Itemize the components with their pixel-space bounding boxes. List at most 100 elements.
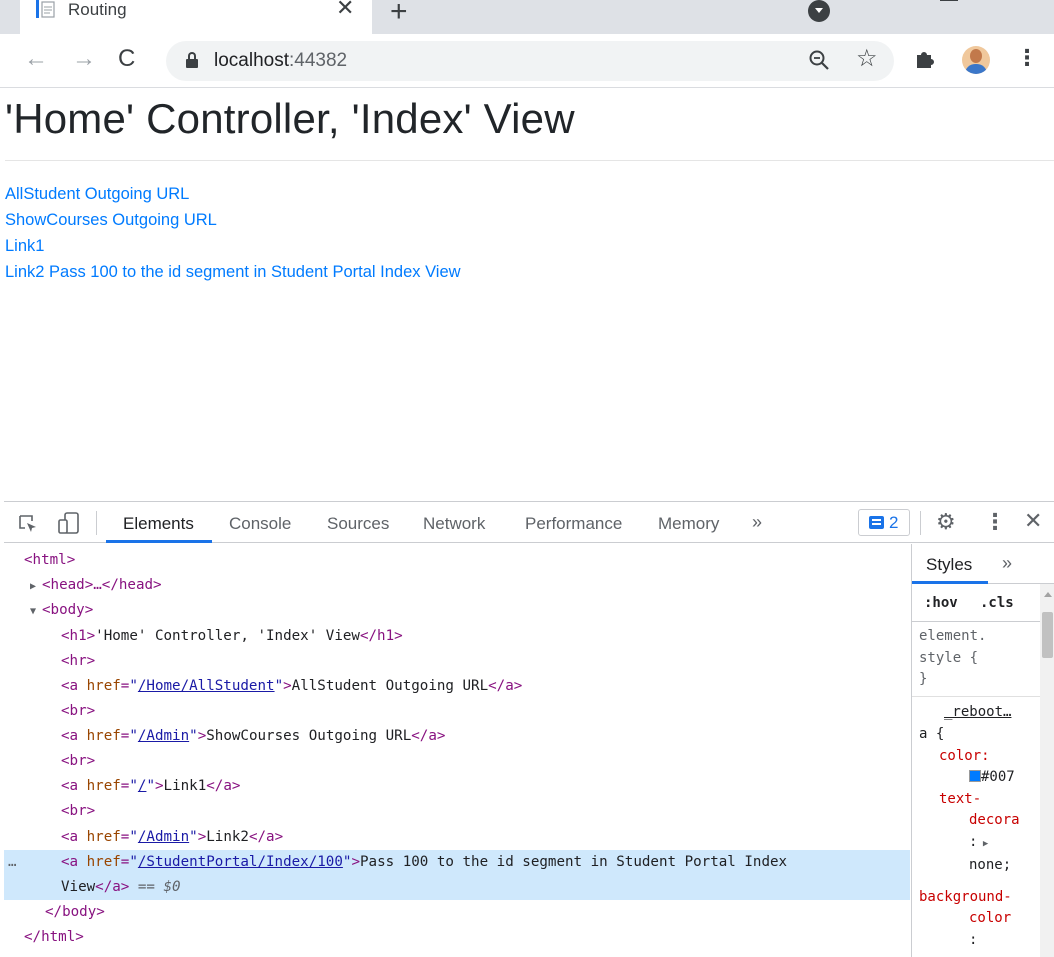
- node-actions-ellipsis-icon[interactable]: …: [8, 850, 17, 875]
- css-source-link[interactable]: _reboot…: [944, 702, 1011, 724]
- css-property[interactable]: color:: [939, 748, 990, 764]
- more-tabs-chevron-icon[interactable]: »: [752, 512, 762, 533]
- dom-node-hr[interactable]: <hr>: [4, 649, 910, 674]
- css-selector: style {: [919, 649, 979, 666]
- css-brace: }: [919, 671, 928, 687]
- settings-gear-icon[interactable]: ⚙: [936, 510, 956, 534]
- reload-icon[interactable]: C: [118, 46, 135, 72]
- dom-tag: <head>…</head>: [42, 577, 162, 593]
- dom-tag: </a>: [95, 879, 130, 895]
- issues-count: 2: [889, 513, 899, 532]
- expand-triangle-icon[interactable]: ▶: [30, 574, 42, 599]
- dom-node-html-close[interactable]: </html>: [4, 925, 910, 950]
- dom-attr-link[interactable]: /Admin: [138, 829, 189, 845]
- more-panes-chevron-icon[interactable]: »: [1002, 553, 1012, 574]
- expand-triangle-icon[interactable]: ▶: [977, 839, 988, 849]
- dom-node-a-selected[interactable]: … <a href="/StudentPortal/Index/100">Pas…: [4, 850, 910, 900]
- page-divider: [5, 160, 1054, 161]
- issues-button[interactable]: 2: [858, 509, 910, 536]
- dom-tag: <html>: [24, 552, 76, 568]
- dom-node-br[interactable]: <br>: [4, 699, 910, 724]
- dom-attr-link[interactable]: /Admin: [138, 728, 189, 744]
- tab-close-icon[interactable]: ✕: [336, 0, 354, 19]
- new-tab-button[interactable]: +: [390, 0, 408, 27]
- browser-tab[interactable]: Routing ✕: [20, 0, 372, 34]
- link-allstudent[interactable]: AllStudent Outgoing URL: [5, 181, 461, 207]
- browser-menu-icon[interactable]: ⋮: [1016, 46, 1038, 70]
- link-link2[interactable]: Link2 Pass 100 to the id segment in Stud…: [5, 259, 461, 285]
- close-devtools-icon[interactable]: ✕: [1024, 509, 1042, 533]
- tab-styles[interactable]: Styles: [926, 555, 972, 575]
- stylesheet-link[interactable]: _reboot…: [944, 704, 1011, 720]
- dom-node-a[interactable]: <a href="/Home/AllStudent">AllStudent Ou…: [4, 674, 910, 699]
- dom-node-a[interactable]: <a href="/Admin">ShowCourses Outgoing UR…: [4, 724, 910, 749]
- dom-node-h1[interactable]: <h1>'Home' Controller, 'Index' View</h1>: [4, 624, 910, 649]
- browser-toolbar: ← → C localhost:44382 ☆ ⋮: [0, 34, 1054, 88]
- tab-elements[interactable]: Elements: [123, 514, 194, 534]
- tab-performance[interactable]: Performance: [525, 514, 622, 534]
- device-toolbar-icon[interactable]: [58, 512, 80, 534]
- dom-node-body-close[interactable]: </body>: [4, 900, 910, 925]
- css-value[interactable]: #007: [981, 769, 1015, 785]
- dom-text: Link1: [163, 778, 207, 794]
- element-style-rule[interactable]: element. style { }: [919, 626, 986, 691]
- lock-icon[interactable]: [186, 52, 198, 68]
- forward-arrow-icon[interactable]: →: [72, 46, 96, 72]
- hover-state-toggle[interactable]: :hov: [924, 595, 958, 611]
- dom-attr-link[interactable]: /StudentPortal/Index/100: [138, 854, 343, 870]
- dom-tag: <body>: [42, 602, 94, 618]
- back-arrow-icon[interactable]: ←: [24, 46, 48, 72]
- dom-node-br[interactable]: <br>: [4, 749, 910, 774]
- page-viewport: 'Home' Controller, 'Index' View AllStude…: [0, 89, 1054, 501]
- dom-node-br[interactable]: <br>: [4, 799, 910, 824]
- dom-node-a[interactable]: <a href="/Admin">Link2</a>: [4, 825, 910, 850]
- bookmark-star-icon[interactable]: ☆: [856, 45, 878, 73]
- tab-strip: Routing ✕ +: [0, 0, 1054, 34]
- dom-attr-link[interactable]: /Home/AllStudent: [138, 678, 275, 694]
- zoom-out-icon[interactable]: [808, 49, 830, 71]
- link-showcourses[interactable]: ShowCourses Outgoing URL: [5, 207, 461, 233]
- dom-node-head[interactable]: ▶ <head>…</head>: [4, 573, 910, 598]
- devtools-menu-icon[interactable]: ⋮: [984, 510, 1006, 534]
- address-bar[interactable]: localhost:44382 ☆: [166, 41, 894, 81]
- devtools-panel: Elements Console Sources Network Perform…: [4, 501, 1054, 957]
- inspect-element-icon[interactable]: [18, 514, 38, 534]
- profile-avatar[interactable]: [962, 46, 990, 74]
- dom-node-a[interactable]: <a href="/">Link1</a>: [4, 774, 910, 799]
- dom-node-html[interactable]: <html>: [4, 548, 910, 573]
- scroll-up-arrow-icon[interactable]: [1044, 592, 1052, 597]
- url-host: localhost: [214, 50, 289, 71]
- collapse-triangle-icon[interactable]: ▼: [30, 599, 42, 624]
- css-property[interactable]: background-: [919, 889, 1012, 905]
- url-text[interactable]: localhost:44382: [214, 50, 347, 72]
- css-value[interactable]: none;: [969, 857, 1011, 873]
- css-colon: :: [969, 931, 978, 948]
- css-property[interactable]: decora: [969, 812, 1020, 828]
- dom-node-body[interactable]: ▼ <body>: [4, 598, 910, 623]
- color-swatch[interactable]: [969, 770, 981, 782]
- dom-tag: <a: [61, 728, 87, 744]
- anchor-style-rule[interactable]: a { color: #007 text- decora : ▶ none; b…: [919, 724, 1020, 951]
- dom-tag: </body>: [45, 904, 105, 920]
- tab-sources[interactable]: Sources: [327, 514, 389, 534]
- dom-tag: <br>: [61, 753, 96, 769]
- tab-search-icon[interactable]: [808, 0, 830, 22]
- toolbar-separator: [920, 511, 921, 535]
- active-tab-indicator: [106, 540, 212, 543]
- dom-text: Pass 100 to the id segment in Student Po…: [359, 854, 788, 870]
- css-selector: element.: [919, 628, 987, 644]
- tab-network[interactable]: Network: [423, 514, 485, 534]
- tab-memory[interactable]: Memory: [658, 514, 719, 534]
- minimize-window-icon[interactable]: [940, 0, 958, 1]
- styles-scroll-thumb[interactable]: [1042, 612, 1053, 658]
- link-link1[interactable]: Link1: [5, 233, 461, 259]
- tab-console[interactable]: Console: [229, 514, 291, 534]
- extensions-puzzle-icon[interactable]: [914, 48, 936, 70]
- dom-attr-name: href: [86, 854, 121, 870]
- css-property[interactable]: color: [969, 910, 1011, 926]
- css-property[interactable]: text-: [939, 791, 981, 807]
- class-toggle[interactable]: .cls: [980, 595, 1014, 611]
- styles-pane-header: Styles »: [912, 544, 1054, 584]
- dom-tag: </a>: [206, 778, 241, 794]
- page-favicon-icon: [36, 0, 55, 18]
